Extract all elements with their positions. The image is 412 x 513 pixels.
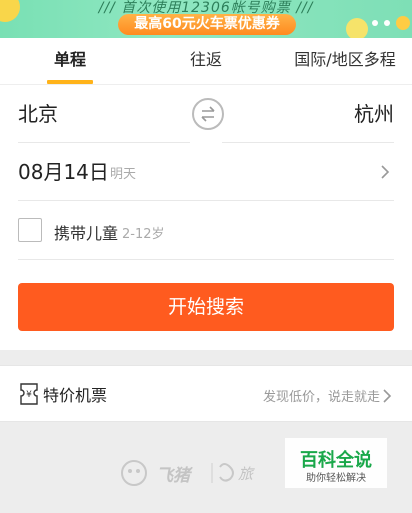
search-card: 单程 往返 国际/地区多程 北京 杭州 08月14日 明天 携带儿童 2-12岁… [0, 38, 412, 350]
tab-label: 国际/地区多程 [294, 50, 396, 69]
tab-label: 单程 [53, 50, 86, 69]
promo-banner[interactable]: /// 首次使用12306帐号购票 /// 最高60元火车票优惠券 [0, 0, 412, 38]
divider [18, 142, 190, 143]
brand-name-travel: 旅 [238, 465, 254, 483]
tab-label: 往返 [189, 50, 222, 69]
ticket-icon: ¥ [20, 383, 38, 405]
child-checkbox[interactable] [18, 218, 42, 242]
child-age-hint: 2-12岁 [122, 227, 165, 242]
flight-search-page: /// 首次使用12306帐号购票 /// 最高60元火车票优惠券 单程 往返 … [0, 0, 412, 513]
tab-one-way[interactable]: 单程 [30, 38, 110, 85]
departure-date[interactable]: 08月14日 [18, 156, 109, 185]
tab-round-trip[interactable]: 往返 [166, 38, 246, 85]
watermark-subtitle: 助你轻松解决 [306, 473, 366, 484]
active-tab-indicator [47, 80, 93, 84]
banner-decoration [346, 18, 368, 38]
swap-icon [201, 106, 215, 122]
brand-name-fliggy: 飞猪 [156, 466, 190, 486]
footer-brand-logos: 飞猪 旅 [120, 455, 290, 491]
divider [18, 259, 394, 260]
chevron-right-icon[interactable] [380, 164, 390, 180]
search-button[interactable]: 开始搜索 [18, 283, 394, 331]
arrival-city[interactable]: 杭州 [354, 98, 394, 127]
banner-decoration [372, 20, 378, 26]
svg-text:¥: ¥ [26, 390, 32, 400]
divider [18, 200, 394, 201]
fliggy-logo [121, 460, 234, 486]
departure-city[interactable]: 北京 [18, 98, 58, 127]
watermark: 百科全说 助你轻松解决 [285, 438, 387, 488]
child-label: 携带儿童 [54, 224, 119, 243]
swap-cities-button[interactable] [192, 98, 224, 130]
banner-decoration [396, 16, 410, 30]
special-tickets-row[interactable]: ¥ 特价机票 发现低价，说走就走 [0, 365, 412, 422]
divider [222, 142, 394, 143]
special-tickets-label: 特价机票 [43, 386, 108, 405]
chevron-right-icon [383, 389, 392, 403]
banner-decoration [384, 20, 390, 26]
date-relative-label: 明天 [110, 167, 137, 182]
trip-type-tabs: 单程 往返 国际/地区多程 [0, 38, 412, 85]
banner-promo-pill: 最高60元火车票优惠券 [118, 14, 296, 35]
tab-multi-city[interactable]: 国际/地区多程 [284, 38, 406, 85]
special-tickets-hint: 发现低价，说走就走 [262, 390, 380, 405]
